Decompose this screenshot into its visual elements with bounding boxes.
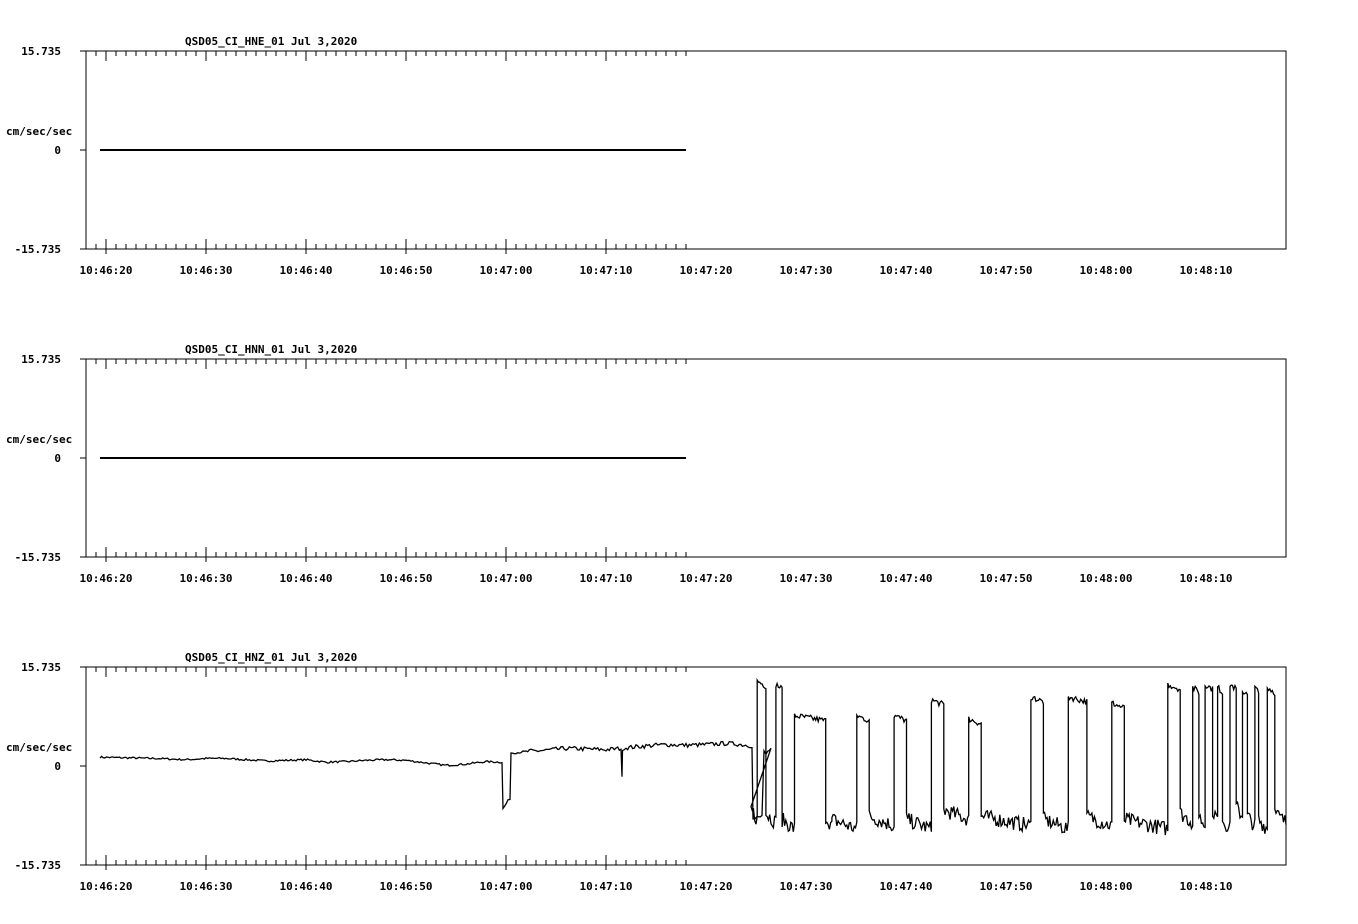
x-tick-label: 10:46:30	[180, 264, 233, 277]
x-tick-label: 10:47:20	[680, 572, 733, 585]
panel-title: QSD05_CI_HNN_01 Jul 3,2020	[185, 343, 357, 356]
x-tick-label: 10:47:40	[880, 572, 933, 585]
x-tick-label: 10:47:20	[680, 880, 733, 893]
x-tick-label: 10:47:10	[580, 264, 633, 277]
seismogram-panel-3: QSD05_CI_HNZ_01 Jul 3,2020 15.735 0 -15.735…	[6, 651, 1287, 893]
x-tick-label: 10:47:20	[680, 264, 733, 277]
x-tick-label: 10:46:40	[280, 264, 333, 277]
x-tick-label: 10:46:50	[380, 572, 433, 585]
x-tick-label: 10:46:50	[380, 264, 433, 277]
x-tick-label: 10:47:50	[980, 264, 1033, 277]
seismogram-panel-2: QSD05_CI_HNN_01 Jul 3,2020 15.735 0 -15.735…	[6, 343, 1287, 585]
y-tick-label: -15.735	[15, 551, 61, 564]
y-tick-label: 0	[54, 144, 61, 157]
x-tick-label: 10:48:00	[1080, 572, 1133, 585]
seismogram-figure: QSD05_CI_HNE_01 Jul 3,2020 15.735 0 -15.735…	[6, 35, 1287, 893]
x-tick-label: 10:48:10	[1180, 264, 1233, 277]
x-tick-label: 10:46:20	[80, 572, 133, 585]
x-tick-label: 10:47:10	[580, 572, 633, 585]
y-axis-label: cm/sec/sec	[6, 125, 72, 138]
x-tick-label: 10:48:00	[1080, 880, 1133, 893]
y-tick-label: 0	[54, 760, 61, 773]
x-tick-label: 10:46:20	[80, 880, 133, 893]
panel-title: QSD05_CI_HNZ_01 Jul 3,2020	[185, 651, 357, 664]
x-tick-label: 10:48:00	[1080, 264, 1133, 277]
x-tick-label: 10:46:40	[280, 572, 333, 585]
x-tick-label: 10:47:00	[480, 264, 533, 277]
x-tick-label: 10:48:10	[1180, 572, 1233, 585]
y-tick-label: 15.735	[21, 661, 61, 674]
x-tick-label: 10:46:20	[80, 264, 133, 277]
y-tick-label: 15.735	[21, 45, 61, 58]
x-tick-label: 10:47:50	[980, 880, 1033, 893]
series-line	[99, 677, 1287, 836]
y-tick-label: 15.735	[21, 353, 61, 366]
x-tick-label: 10:47:10	[580, 880, 633, 893]
x-tick-label: 10:47:40	[880, 264, 933, 277]
x-tick-label: 10:46:30	[180, 880, 233, 893]
plot-frame	[85, 666, 1287, 866]
x-tick-label: 10:47:00	[480, 880, 533, 893]
x-tick-label: 10:47:50	[980, 572, 1033, 585]
panel-title: QSD05_CI_HNE_01 Jul 3,2020	[185, 35, 357, 48]
x-tick-label: 10:47:00	[480, 572, 533, 585]
x-tick-label: 10:46:50	[380, 880, 433, 893]
y-tick-label: 0	[54, 452, 61, 465]
x-tick-label: 10:47:40	[880, 880, 933, 893]
y-tick-label: -15.735	[15, 243, 61, 256]
y-axis-label: cm/sec/sec	[6, 433, 72, 446]
x-tick-label: 10:47:30	[780, 880, 833, 893]
x-tick-label: 10:47:30	[780, 572, 833, 585]
seismogram-panel-1: QSD05_CI_HNE_01 Jul 3,2020 15.735 0 -15.735…	[6, 35, 1287, 277]
x-tick-label: 10:47:30	[780, 264, 833, 277]
y-tick-label: -15.735	[15, 859, 61, 872]
x-tick-label: 10:46:40	[280, 880, 333, 893]
x-tick-label: 10:46:30	[180, 572, 233, 585]
x-tick-label: 10:48:10	[1180, 880, 1233, 893]
y-axis-label: cm/sec/sec	[6, 741, 72, 754]
